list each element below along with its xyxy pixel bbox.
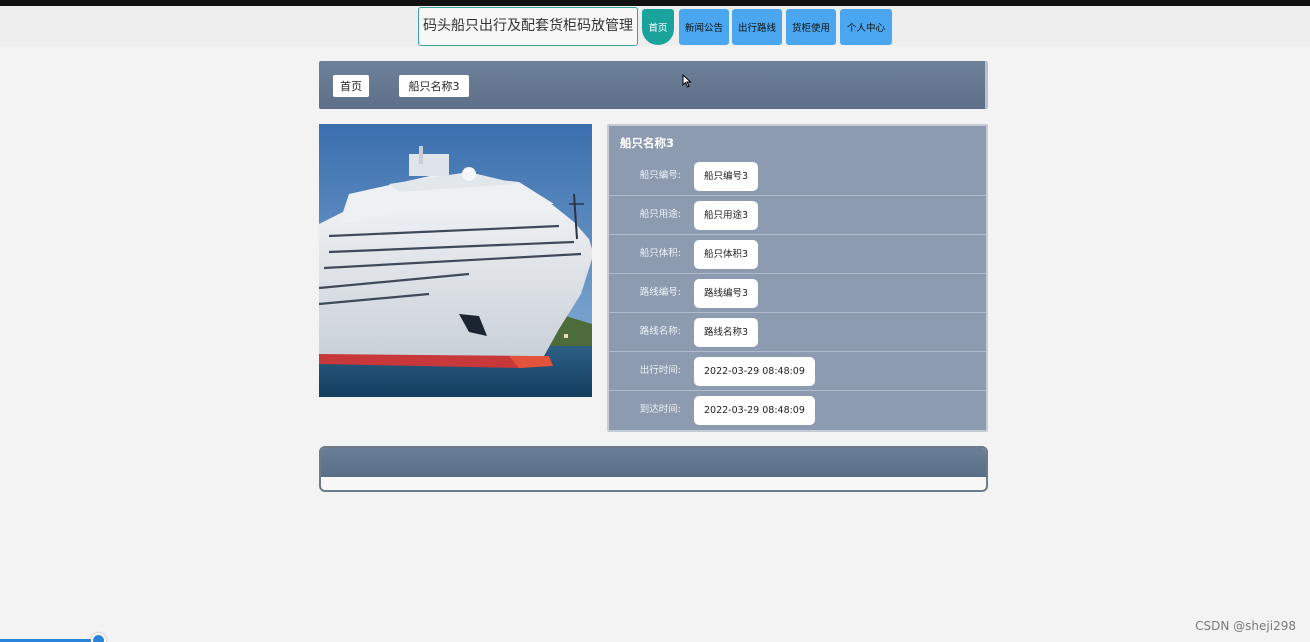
- row-value: 路线名称3: [694, 318, 759, 347]
- detail-title: 船只名称3: [620, 136, 675, 150]
- mouse-cursor-icon: [682, 74, 692, 88]
- row-label: 船只用途:: [639, 209, 681, 220]
- site-header: 码头船只出行及配套货柜码放管理 首页 新闻公告 出行路线 货柜使用 个人中心: [0, 6, 1310, 46]
- nav-user-center[interactable]: 个人中心: [840, 9, 892, 45]
- watermark: CSDN @sheji298: [1195, 619, 1296, 633]
- breadcrumb-home[interactable]: 首页: [333, 75, 369, 97]
- row-label: 路线名称:: [639, 326, 681, 337]
- row-value: 船只体积3: [694, 240, 759, 269]
- row-value: 2022-03-29 08:48:09: [694, 357, 815, 386]
- row-label: 出行时间:: [639, 365, 681, 376]
- row-label: 到达时间:: [639, 404, 681, 415]
- row-value: 路线编号3: [694, 279, 759, 308]
- detail-row-departure-time: 出行时间: 2022-03-29 08:48:09: [609, 352, 986, 391]
- detail-row-ship-id: 船只编号: 船只编号3: [609, 157, 986, 196]
- nav-container-usage[interactable]: 货柜使用: [786, 9, 836, 45]
- nav-news[interactable]: 新闻公告: [679, 9, 729, 45]
- site-title: 码头船只出行及配套货柜码放管理: [418, 7, 638, 46]
- ship-detail-panel: 船只名称3 船只编号: 船只编号3 船只用途: 船只用途3 船只体积: 船只体积…: [607, 124, 988, 432]
- scroll-progress-knob[interactable]: [91, 633, 106, 642]
- row-value: 2022-03-29 08:48:09: [694, 396, 815, 425]
- detail-row-ship-volume: 船只体积: 船只体积3: [609, 235, 986, 274]
- row-label: 船只编号:: [639, 170, 681, 181]
- nav-routes[interactable]: 出行路线: [732, 9, 782, 45]
- detail-row-route-id: 路线编号: 路线编号3: [609, 274, 986, 313]
- ship-photo: [319, 124, 592, 397]
- breadcrumb-current[interactable]: 船只名称3: [399, 75, 469, 97]
- detail-row-arrival-time: 到达时间: 2022-03-29 08:48:09: [609, 391, 986, 430]
- row-value: 船只用途3: [694, 201, 759, 230]
- content-panel: [319, 446, 988, 492]
- detail-row-route-name: 路线名称: 路线名称3: [609, 313, 986, 352]
- row-label: 船只体积:: [639, 248, 681, 259]
- content-panel-header: [321, 448, 986, 477]
- row-label: 路线编号:: [639, 287, 681, 298]
- breadcrumb: 首页 船只名称3: [319, 61, 988, 109]
- nav-home[interactable]: 首页: [642, 9, 674, 45]
- detail-row-ship-purpose: 船只用途: 船只用途3: [609, 196, 986, 235]
- row-value: 船只编号3: [694, 162, 759, 191]
